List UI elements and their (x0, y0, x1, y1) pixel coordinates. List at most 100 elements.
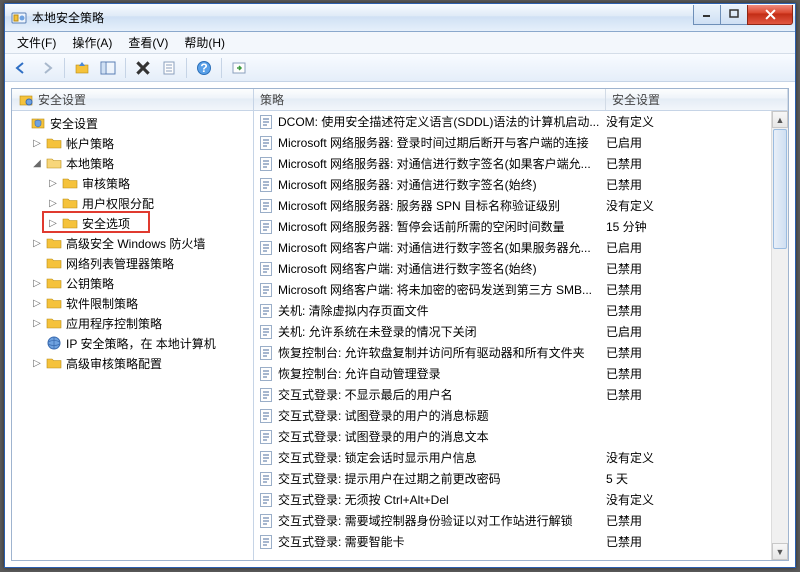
tree-item-label: 高级审核策略配置 (66, 355, 162, 372)
expander-icon[interactable]: ▷ (46, 176, 60, 190)
policy-name: Microsoft 网络服务器: 暂停会话前所需的空闲时间数量 (278, 218, 606, 235)
policy-setting: 没有定义 (606, 197, 654, 214)
folder-icon (46, 275, 62, 291)
forward-button[interactable] (35, 56, 59, 80)
policy-row[interactable]: 关机: 清除虚拟内存页面文件已禁用 (254, 300, 788, 321)
tree-item[interactable]: 安全设置 (12, 113, 253, 133)
policy-row[interactable]: 交互式登录: 试图登录的用户的消息标题 (254, 405, 788, 426)
up-button[interactable] (70, 56, 94, 80)
delete-button[interactable] (131, 56, 155, 80)
policy-row[interactable]: 关机: 允许系统在未登录的情况下关闭已启用 (254, 321, 788, 342)
tree-item[interactable]: ▷帐户策略 (12, 133, 253, 153)
tree-item[interactable]: ▷用户权限分配 (12, 193, 253, 213)
tree-item[interactable]: ◢本地策略 (12, 153, 253, 173)
policy-row[interactable]: Microsoft 网络客户端: 将未加密的密码发送到第三方 SMB...已禁用 (254, 279, 788, 300)
policy-row[interactable]: 交互式登录: 试图登录的用户的消息文本 (254, 426, 788, 447)
expander-icon[interactable]: ▷ (46, 216, 60, 230)
maximize-button[interactable] (720, 5, 748, 25)
policy-row[interactable]: 交互式登录: 不显示最后的用户名已禁用 (254, 384, 788, 405)
tree-item[interactable]: ▷ 高级审核策略配置 (12, 353, 253, 373)
titlebar[interactable]: 本地安全策略 (5, 4, 795, 32)
policy-setting: 没有定义 (606, 491, 654, 508)
policy-row[interactable]: Microsoft 网络服务器: 服务器 SPN 目标名称验证级别没有定义 (254, 195, 788, 216)
menu-file[interactable]: 文件(F) (9, 31, 64, 54)
policy-list[interactable]: DCOM: 使用安全描述符定义语言(SDDL)语法的计算机启动...没有定义Mi… (254, 111, 788, 560)
tree-pane[interactable]: 安全设置 安全设置▷帐户策略◢本地策略▷审核策略▷用户权限分配▷安全选项▷高级安… (12, 89, 254, 560)
policy-icon (258, 450, 274, 466)
policy-setting: 15 分钟 (606, 218, 647, 235)
expander-icon[interactable]: ▷ (30, 296, 44, 310)
app-icon (11, 10, 27, 26)
expander-icon[interactable] (14, 116, 28, 130)
tree-item[interactable]: ▷审核策略 (12, 173, 253, 193)
policy-row[interactable]: Microsoft 网络服务器: 对通信进行数字签名(始终)已禁用 (254, 174, 788, 195)
tree-item[interactable]: ▷应用程序控制策略 (12, 313, 253, 333)
policy-setting: 已禁用 (606, 344, 642, 361)
policy-row[interactable]: Microsoft 网络服务器: 对通信进行数字签名(如果客户端允...已禁用 (254, 153, 788, 174)
minimize-button[interactable] (693, 5, 721, 25)
tree-item[interactable]: ▷ 高级安全 Windows 防火墙 (12, 233, 253, 253)
policy-icon (258, 135, 274, 151)
expander-icon[interactable]: ▷ (30, 316, 44, 330)
svg-text:?: ? (200, 61, 207, 75)
scroll-thumb[interactable] (773, 129, 787, 249)
column-setting[interactable]: 安全设置 (606, 89, 788, 110)
policy-name: 交互式登录: 试图登录的用户的消息标题 (278, 407, 606, 424)
policy-name: Microsoft 网络客户端: 将未加密的密码发送到第三方 SMB... (278, 281, 606, 298)
policy-icon (258, 114, 274, 130)
policy-name: Microsoft 网络服务器: 对通信进行数字签名(始终) (278, 176, 606, 193)
policy-row[interactable]: 交互式登录: 提示用户在过期之前更改密码5 天 (254, 468, 788, 489)
tree-item[interactable]: 网络列表管理器策略 (12, 253, 253, 273)
expander-icon[interactable]: ▷ (30, 136, 44, 150)
export-button[interactable] (227, 56, 251, 80)
menu-action[interactable]: 操作(A) (64, 31, 120, 54)
settings-icon (18, 92, 34, 108)
policy-row[interactable]: 交互式登录: 锁定会话时显示用户信息没有定义 (254, 447, 788, 468)
expander-icon[interactable] (30, 256, 44, 270)
help-button[interactable]: ? (192, 56, 216, 80)
folder-icon (62, 215, 78, 231)
column-policy[interactable]: 策略 (254, 89, 606, 110)
expander-icon[interactable]: ▷ (30, 356, 44, 370)
close-button[interactable] (747, 5, 793, 25)
tree-item-label: 高级安全 Windows 防火墙 (66, 235, 205, 252)
policy-row[interactable]: 交互式登录: 需要智能卡已禁用 (254, 531, 788, 552)
tree-item[interactable]: ▷软件限制策略 (12, 293, 253, 313)
policy-row[interactable]: 恢复控制台: 允许自动管理登录已禁用 (254, 363, 788, 384)
expander-icon[interactable]: ◢ (30, 156, 44, 170)
menubar: 文件(F) 操作(A) 查看(V) 帮助(H) (5, 32, 795, 54)
policy-setting: 已禁用 (606, 512, 642, 529)
expander-icon[interactable] (30, 336, 44, 350)
expander-icon[interactable]: ▷ (46, 196, 60, 210)
policy-setting: 没有定义 (606, 113, 654, 130)
scroll-down-button[interactable]: ▼ (772, 543, 788, 560)
policy-icon (258, 534, 274, 550)
tree-item[interactable]: ▷公钥策略 (12, 273, 253, 293)
back-button[interactable] (9, 56, 33, 80)
expander-icon[interactable]: ▷ (30, 276, 44, 290)
scroll-up-button[interactable]: ▲ (772, 111, 788, 128)
expander-icon[interactable]: ▷ (30, 236, 44, 250)
tree-header[interactable]: 安全设置 (12, 89, 253, 111)
policy-row[interactable]: Microsoft 网络服务器: 登录时间过期后断开与客户端的连接已启用 (254, 132, 788, 153)
menu-help[interactable]: 帮助(H) (176, 31, 233, 54)
toolbar-separator (125, 58, 126, 78)
policy-row[interactable]: 交互式登录: 无须按 Ctrl+Alt+Del没有定义 (254, 489, 788, 510)
list-header: 策略 安全设置 (254, 89, 788, 111)
policy-row[interactable]: 恢复控制台: 允许软盘复制并访问所有驱动器和所有文件夹已禁用 (254, 342, 788, 363)
policy-row[interactable]: Microsoft 网络客户端: 对通信进行数字签名(始终)已禁用 (254, 258, 788, 279)
show-hide-tree-button[interactable] (96, 56, 120, 80)
tree-item[interactable]: ▷安全选项 (12, 213, 253, 233)
policy-icon (258, 408, 274, 424)
menu-view[interactable]: 查看(V) (120, 31, 176, 54)
properties-button[interactable] (157, 56, 181, 80)
policy-row[interactable]: 交互式登录: 需要域控制器身份验证以对工作站进行解锁已禁用 (254, 510, 788, 531)
policy-icon (258, 261, 274, 277)
vertical-scrollbar[interactable]: ▲ ▼ (771, 111, 788, 560)
policy-row[interactable]: Microsoft 网络服务器: 暂停会话前所需的空闲时间数量15 分钟 (254, 216, 788, 237)
toolbar-separator (221, 58, 222, 78)
list-pane: 策略 安全设置 DCOM: 使用安全描述符定义语言(SDDL)语法的计算机启动.… (254, 89, 788, 560)
policy-row[interactable]: Microsoft 网络客户端: 对通信进行数字签名(如果服务器允...已启用 (254, 237, 788, 258)
policy-row[interactable]: DCOM: 使用安全描述符定义语言(SDDL)语法的计算机启动...没有定义 (254, 111, 788, 132)
tree-item[interactable]: IP 安全策略，在 本地计算机 (12, 333, 253, 353)
